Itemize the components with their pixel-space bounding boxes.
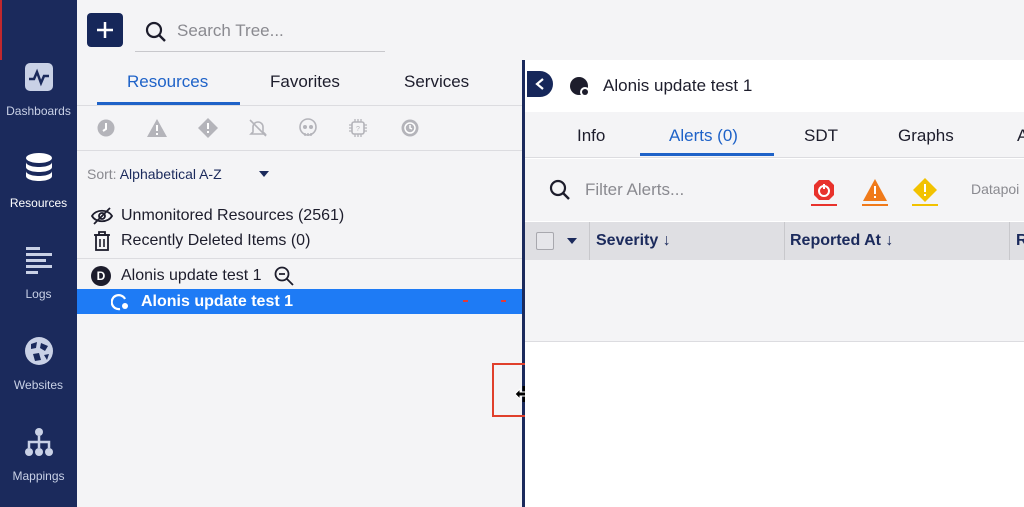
- column-header-severity[interactable]: Severity ↓: [596, 232, 671, 250]
- nav-label: Dashboards: [6, 104, 71, 118]
- resource-tree-panel: Resources Favorites Services ? Sort: Alp…: [77, 60, 523, 507]
- alert-filter-icons: ?: [77, 107, 523, 151]
- active-tab-indicator: [97, 102, 240, 105]
- severity-underline: [811, 204, 837, 206]
- nav-label: Resources: [9, 196, 68, 210]
- tree-group-label: Alonis update test 1: [121, 267, 262, 284]
- search-icon: [549, 179, 570, 200]
- tab-info[interactable]: Info: [577, 126, 605, 146]
- nav-label: Websites: [13, 378, 64, 392]
- alert-filter-bar: Datapoi: [525, 159, 1024, 221]
- nav-accent-strip: [0, 0, 2, 60]
- severity-underline: [862, 204, 888, 206]
- nav-item-logs[interactable]: Logs: [0, 243, 77, 333]
- trash-icon: [91, 231, 113, 251]
- top-bar: [77, 0, 1024, 60]
- chevron-down-icon[interactable]: [567, 238, 577, 244]
- sdt-clock-icon[interactable]: [95, 117, 117, 139]
- main-nav: Dashboards Resources Logs Websites Mappi…: [0, 0, 77, 507]
- active-tab-indicator: [640, 153, 774, 156]
- unmonitored-label: Unmonitored Resources (2561): [121, 207, 345, 224]
- critical-severity-icon[interactable]: [811, 177, 837, 206]
- status-marker: [501, 300, 506, 302]
- eye-off-icon: [91, 206, 113, 226]
- chip-icon[interactable]: ?: [347, 117, 369, 139]
- nav-label: Logs: [25, 287, 52, 301]
- filter-alerts-input[interactable]: [585, 177, 785, 203]
- column-label: Severity: [596, 232, 659, 249]
- tab-resources[interactable]: Resources: [127, 72, 208, 92]
- svg-text:?: ?: [356, 126, 360, 133]
- warning-severity-icon[interactable]: [912, 177, 938, 206]
- column-label: Reported At: [790, 232, 881, 249]
- tab-favorites[interactable]: Favorites: [270, 72, 340, 92]
- zoom-out-icon[interactable]: [274, 266, 294, 286]
- recently-deleted-items[interactable]: Recently Deleted Items (0): [91, 231, 310, 251]
- detail-tabs: Info Alerts (0) SDT Graphs A: [525, 112, 1024, 158]
- detail-header: Alonis update test 1: [525, 60, 1024, 112]
- search-tree: [135, 12, 385, 52]
- chevron-down-icon[interactable]: [259, 171, 269, 177]
- column-divider: [784, 222, 785, 260]
- skull-icon[interactable]: [297, 117, 319, 139]
- tab-services[interactable]: Services: [404, 72, 469, 92]
- history-icon[interactable]: [399, 117, 421, 139]
- device-group-badge: D: [91, 266, 111, 286]
- datapoint-filter-label[interactable]: Datapoi: [971, 181, 1019, 197]
- warning-triangle-icon[interactable]: [146, 117, 168, 139]
- left-tabs: Resources Favorites Services: [77, 60, 523, 106]
- alerts-table-header: Severity ↓ Reported At ↓ R: [525, 222, 1024, 260]
- column-divider: [1009, 222, 1010, 260]
- sort-label: Sort:: [87, 166, 117, 182]
- collapse-button[interactable]: [527, 71, 553, 97]
- sort-arrow-icon: ↓: [662, 232, 671, 249]
- tab-alerts[interactable]: Alerts (0): [669, 126, 738, 146]
- nav-item-websites[interactable]: Websites: [0, 334, 77, 424]
- column-divider: [589, 222, 590, 260]
- logs-icon: [22, 243, 56, 277]
- tab-more[interactable]: A: [1017, 126, 1024, 146]
- resource-icon: [570, 77, 590, 97]
- select-all-checkbox[interactable]: [536, 232, 554, 250]
- tree-item-selected[interactable]: Alonis update test 1: [77, 289, 523, 314]
- divider: [77, 258, 523, 259]
- tab-graphs[interactable]: Graphs: [898, 126, 954, 146]
- sort-control[interactable]: Sort: Alphabetical A-Z: [87, 166, 222, 182]
- dashboards-icon: [22, 60, 56, 94]
- bell-off-icon[interactable]: [247, 117, 269, 139]
- resource-status-icon: [111, 294, 128, 311]
- globe-icon: [22, 334, 56, 368]
- column-header-more[interactable]: R: [1016, 232, 1024, 250]
- sort-value: Alphabetical A-Z: [119, 166, 222, 182]
- add-button[interactable]: [87, 13, 123, 47]
- unmonitored-resources[interactable]: Unmonitored Resources (2561): [91, 206, 344, 226]
- chevron-left-icon: [535, 78, 544, 90]
- status-marker: [463, 300, 468, 302]
- deleted-label: Recently Deleted Items (0): [121, 232, 311, 249]
- mappings-icon: [22, 425, 56, 459]
- tab-sdt[interactable]: SDT: [804, 126, 838, 146]
- page-title: Alonis update test 1: [603, 76, 753, 95]
- search-tree-input[interactable]: [177, 18, 377, 44]
- nav-item-dashboards[interactable]: Dashboards: [0, 60, 77, 150]
- error-severity-icon[interactable]: [862, 177, 888, 206]
- nav-item-mappings[interactable]: Mappings: [0, 425, 77, 507]
- database-icon: [22, 152, 56, 186]
- resource-detail-panel: Alonis update test 1 Info Alerts (0) SDT…: [525, 60, 1024, 507]
- tree-item-label: Alonis update test 1: [141, 293, 294, 310]
- severity-underline: [912, 204, 938, 206]
- sort-arrow-icon: ↓: [885, 232, 894, 249]
- nav-item-resources[interactable]: Resources: [0, 152, 77, 242]
- warning-diamond-icon[interactable]: [197, 117, 219, 139]
- tree-group-item[interactable]: D Alonis update test 1: [91, 266, 294, 286]
- plus-icon: [97, 22, 113, 38]
- nav-label: Mappings: [12, 469, 65, 483]
- alerts-table-body: [525, 260, 1024, 342]
- column-header-reported-at[interactable]: Reported At ↓: [790, 232, 893, 250]
- search-icon: [145, 21, 166, 42]
